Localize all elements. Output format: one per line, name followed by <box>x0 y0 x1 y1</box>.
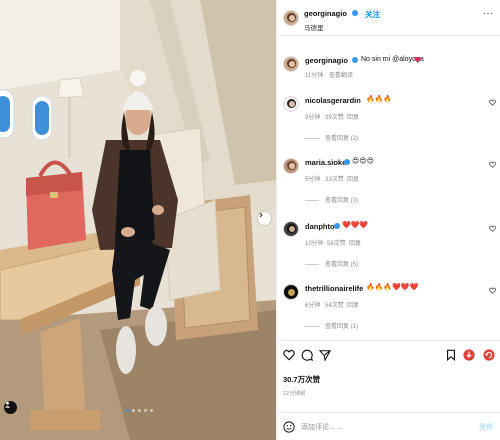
comment-time: 6分钟 <box>305 303 321 309</box>
carousel-indicator <box>126 409 153 412</box>
verified-badge-icon <box>334 223 340 229</box>
comment-like-heart-icon[interactable] <box>489 225 496 232</box>
comment-text: ❤️❤️❤️ <box>342 222 369 229</box>
action-bar <box>277 340 500 368</box>
tagged-users-button[interactable] <box>4 401 17 414</box>
comment-like-heart-icon[interactable] <box>489 99 496 106</box>
user-icon <box>4 401 11 408</box>
see-translation-link[interactable]: 查看翻译 <box>329 70 353 79</box>
location-link[interactable]: 马德里 <box>304 22 324 32</box>
comment-icon[interactable] <box>301 349 313 361</box>
comment-username[interactable]: thetrillionairelife <box>305 284 363 293</box>
reply-button[interactable]: 回复 <box>349 238 361 247</box>
verified-badge-icon <box>352 10 358 16</box>
view-replies-label: 查看回复 (3) <box>325 198 359 204</box>
reply-button[interactable]: 回复 <box>347 300 359 309</box>
carousel-dot <box>138 409 141 412</box>
comment-time: 10分钟 <box>305 241 324 247</box>
comment-text: 🔥🔥🔥 <box>366 96 393 103</box>
bookmark-icon[interactable] <box>445 349 457 361</box>
view-replies-label: 查看回复 (2) <box>325 136 359 142</box>
reply-button[interactable]: 回复 <box>347 112 359 121</box>
comment-time: 9分钟 <box>305 115 321 121</box>
comment-avatar[interactable] <box>283 96 299 112</box>
caption-time: 11分钟 <box>305 73 324 79</box>
comment-username[interactable]: maria.sioke <box>305 158 346 167</box>
comment-avatar[interactable] <box>283 221 299 237</box>
verified-badge-icon <box>344 159 350 165</box>
view-replies-label: 查看回复 (5) <box>325 262 359 268</box>
photo-illustration <box>0 0 276 440</box>
view-replies-label: 查看回复 (1) <box>325 324 359 330</box>
view-replies-link[interactable]: 查看回复 (3) <box>305 195 358 204</box>
post-header: georginagio 关注 马德里 ··· <box>277 0 500 36</box>
comment-likes[interactable]: 33次赞 <box>325 174 344 183</box>
carousel-dot <box>150 409 153 412</box>
comment-likes[interactable]: 39次赞 <box>325 112 344 121</box>
likes-count[interactable]: 30.7万次赞 <box>283 374 320 385</box>
emoji-icon[interactable] <box>283 421 295 433</box>
carousel-dot <box>144 409 147 412</box>
view-replies-link[interactable]: 查看回复 (5) <box>305 259 358 268</box>
comment-text: 😍😍😍 <box>352 158 374 165</box>
author-avatar[interactable] <box>283 10 299 26</box>
comment-text: 🔥🔥🔥❤️❤️❤️ <box>366 284 419 291</box>
verified-badge-icon <box>352 57 358 63</box>
heart-icon[interactable] <box>283 349 295 361</box>
author-username[interactable]: georginagio <box>304 9 347 18</box>
comment-like-heart-icon[interactable] <box>489 287 496 294</box>
view-replies-link[interactable]: 查看回复 (1) <box>305 321 358 330</box>
reply-button[interactable]: 回复 <box>347 174 359 183</box>
chevron-right-icon <box>259 212 263 218</box>
caption-avatar[interactable] <box>283 56 299 72</box>
comment-likes[interactable]: 54次赞 <box>325 300 344 309</box>
comment-username[interactable]: danphto <box>305 222 335 231</box>
repost-icon[interactable] <box>483 349 495 361</box>
next-photo-button[interactable] <box>258 212 271 225</box>
comment-like-heart-icon[interactable] <box>489 161 496 168</box>
post-time: 12分钟前 <box>283 391 306 397</box>
red-heart-emoji-icon <box>414 57 421 63</box>
more-options-icon[interactable]: ··· <box>483 8 494 18</box>
carousel-dot <box>132 409 135 412</box>
post-photo[interactable] <box>0 0 276 440</box>
post-details-panel: georginagio 关注 马德里 ··· georginagio No si… <box>276 0 500 440</box>
comment-avatar[interactable] <box>283 158 299 174</box>
comment-avatar[interactable] <box>283 284 299 300</box>
comment-username[interactable]: nicolasgerardin <box>305 96 361 105</box>
download-icon[interactable] <box>463 349 475 361</box>
post-comment-button[interactable]: 发布 <box>479 422 493 432</box>
carousel-dot-active <box>126 409 129 412</box>
comment-likes[interactable]: 58次赞 <box>327 238 346 247</box>
caption-username[interactable]: georginagio <box>305 56 348 65</box>
share-icon[interactable] <box>319 349 331 361</box>
comment-time: 5分钟 <box>305 177 321 183</box>
add-comment-input[interactable]: 添加评论…… <box>301 422 343 432</box>
add-comment-bar: 添加评论…… 发布 <box>277 412 500 440</box>
follow-button[interactable]: 关注 <box>365 9 380 20</box>
view-replies-link[interactable]: 查看回复 (2) <box>305 133 358 142</box>
